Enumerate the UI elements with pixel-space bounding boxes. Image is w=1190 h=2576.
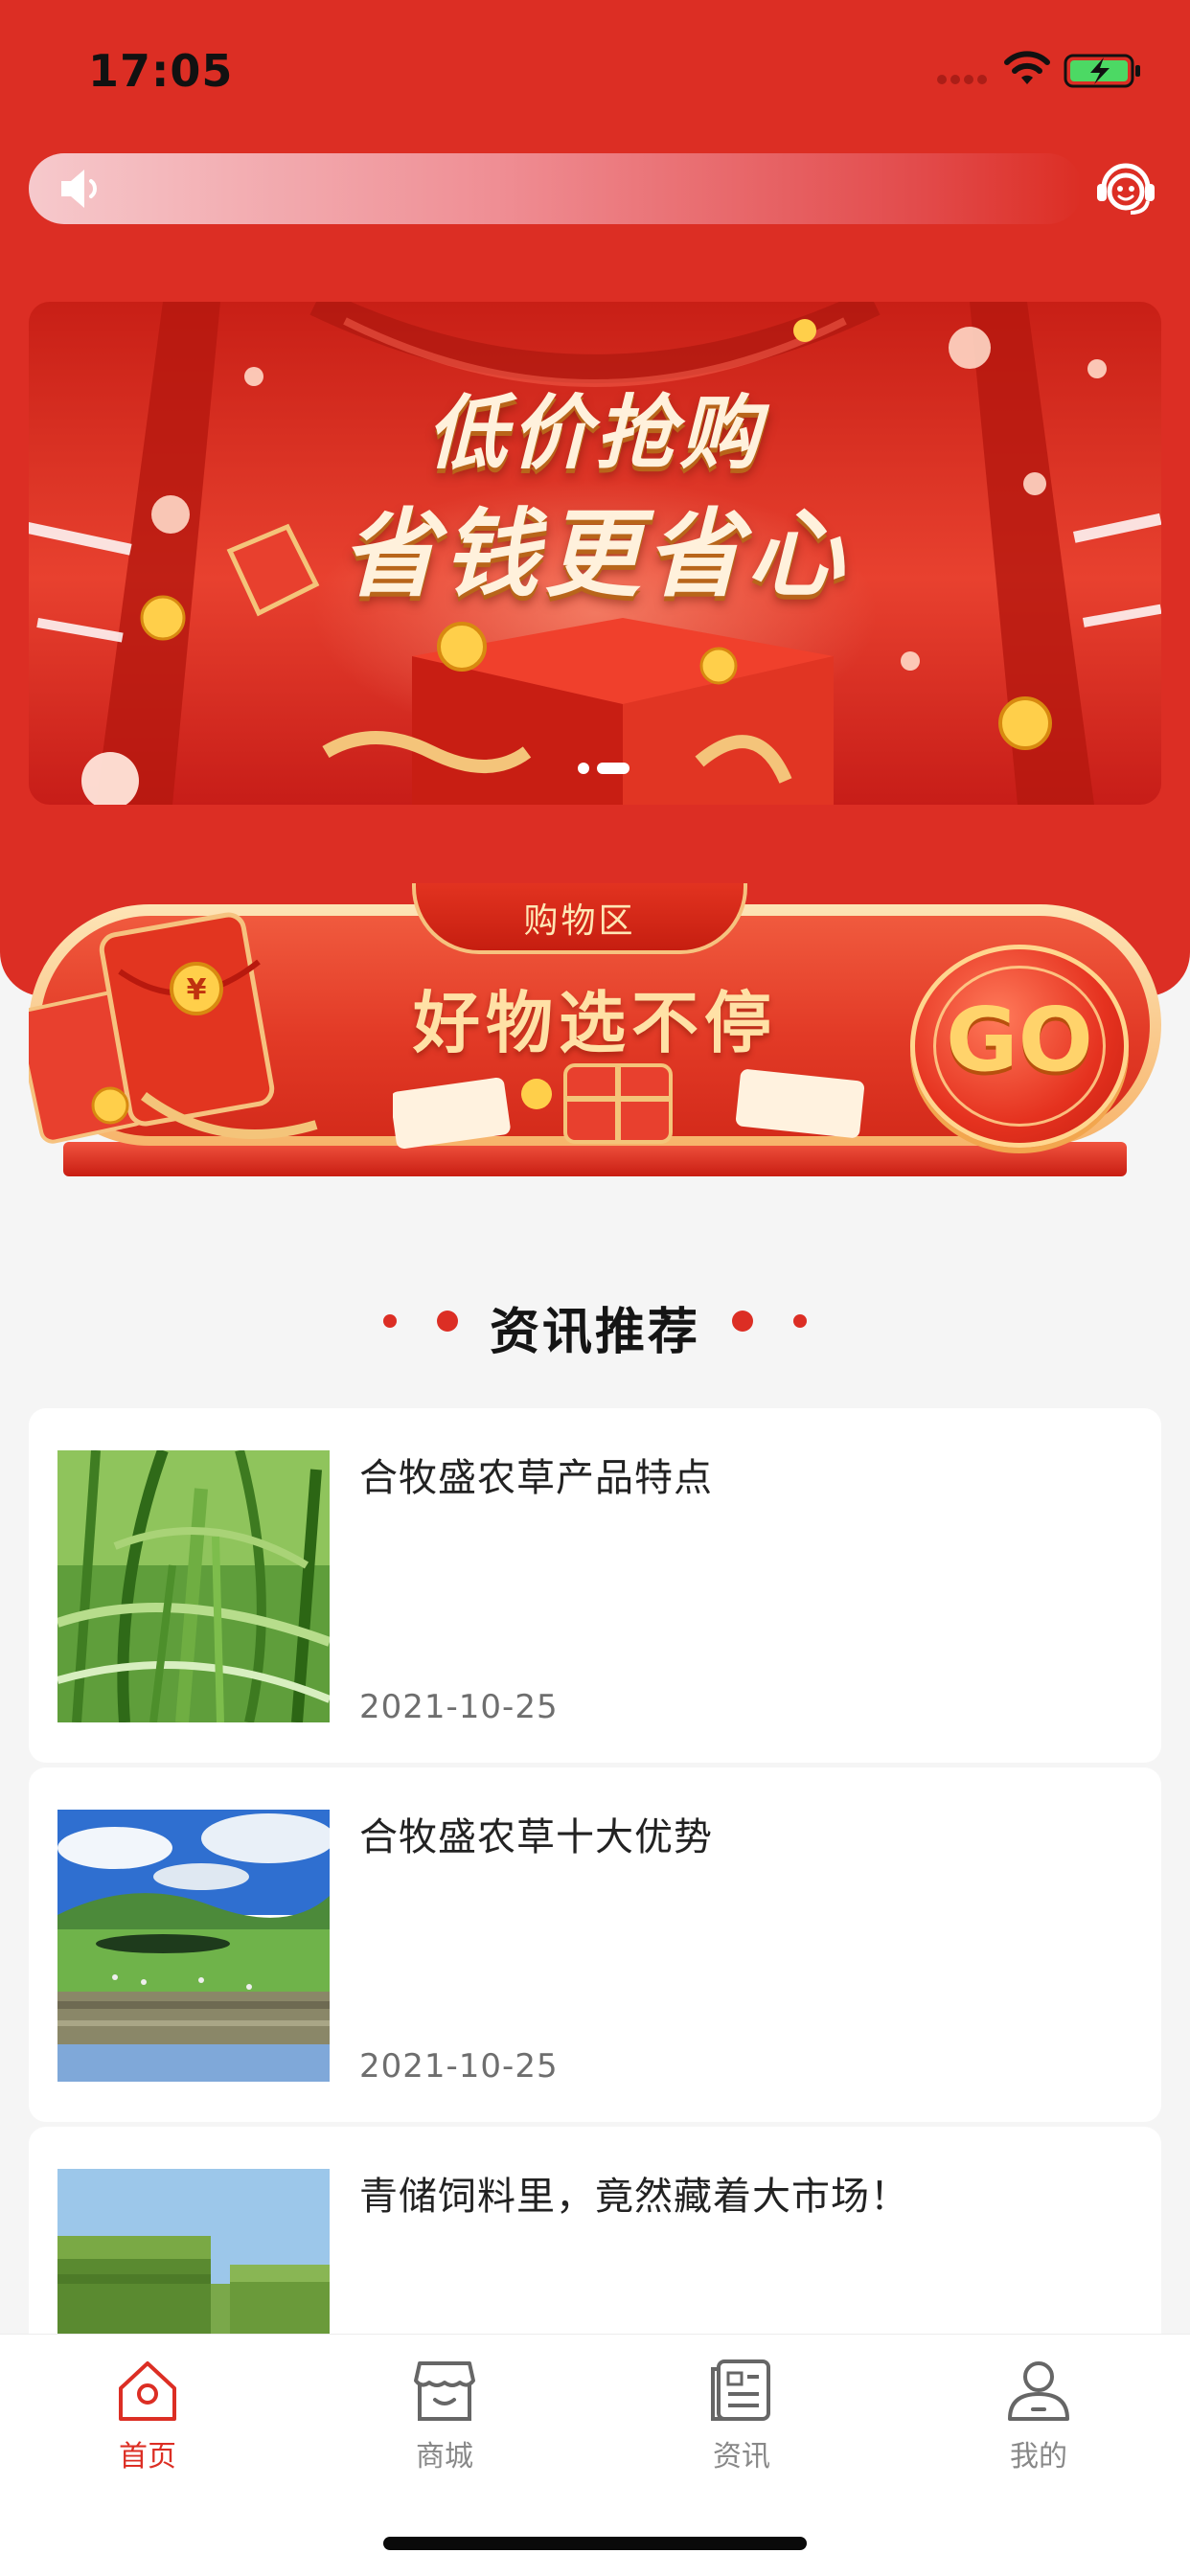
announcement-bar[interactable] [29, 153, 1083, 224]
news-icon [711, 2359, 770, 2421]
tab-label: 首页 [119, 2440, 176, 2473]
tab-label: 资讯 [713, 2440, 770, 2473]
news-item[interactable]: 合牧盛农草产品特点 2021-10-25 [29, 1408, 1161, 1763]
tab-home[interactable]: 首页 [52, 2356, 243, 2499]
status-time: 17:05 [88, 45, 234, 97]
go-button-label: GO [946, 989, 1093, 1091]
profile-icon [1008, 2361, 1069, 2421]
grass-image [57, 1450, 330, 1722]
title-dot [732, 1311, 753, 1332]
news-title: 青储饲料里，竟然藏着大市场！ [359, 2175, 909, 2219]
title-dot [793, 1314, 807, 1328]
tab-profile[interactable]: 我的 [943, 2356, 1134, 2499]
news-date: 2021-10-25 [359, 1688, 559, 1726]
customer-service-icon[interactable] [1094, 159, 1157, 218]
battery-charging-icon [1064, 54, 1140, 88]
grassland-image [57, 1810, 330, 2082]
news-title: 合牧盛农草十大优势 [359, 1815, 713, 1859]
tab-shop[interactable]: 商城 [349, 2356, 540, 2499]
wifi-icon [1004, 51, 1050, 84]
news-thumbnail [57, 1450, 330, 1722]
banner-dot-active[interactable] [597, 763, 629, 774]
shopping-zone-card[interactable]: ¥ 购物区 好物选不停 GO [29, 883, 1161, 1190]
news-item[interactable]: 合牧盛农草十大优势 2021-10-25 [29, 1767, 1161, 2122]
speaker-icon [61, 170, 97, 208]
promo-banner[interactable]: 低价抢购 省钱更省心 [29, 302, 1161, 805]
news-section-header: 资讯推荐 [0, 1284, 1190, 1361]
shop-zone-label: 购物区 [523, 901, 636, 941]
signal-icon [937, 75, 991, 84]
banner-headline: 低价抢购 [425, 386, 764, 480]
home-indicator [383, 2537, 807, 2550]
go-button[interactable]: GO [910, 945, 1138, 1155]
banner-subheadline: 省钱更省心 [341, 498, 849, 610]
news-section-title: 资讯推荐 [489, 1304, 700, 1361]
banner-pagination [578, 763, 629, 774]
news-thumbnail [57, 1810, 330, 2082]
shop-icon [414, 2361, 475, 2421]
home-icon [119, 2361, 176, 2421]
hay-bales-image [57, 2169, 330, 2334]
news-date: 2021-10-25 [359, 2047, 559, 2086]
news-thumbnail [57, 2169, 330, 2334]
banner-dot[interactable] [578, 763, 589, 774]
tab-label: 商城 [416, 2440, 473, 2473]
news-title: 合牧盛农草产品特点 [359, 1456, 713, 1500]
tab-news[interactable]: 资讯 [646, 2356, 837, 2499]
tab-label: 我的 [1010, 2440, 1067, 2473]
news-item[interactable]: 青储饲料里，竟然藏着大市场！ [29, 2127, 1161, 2334]
